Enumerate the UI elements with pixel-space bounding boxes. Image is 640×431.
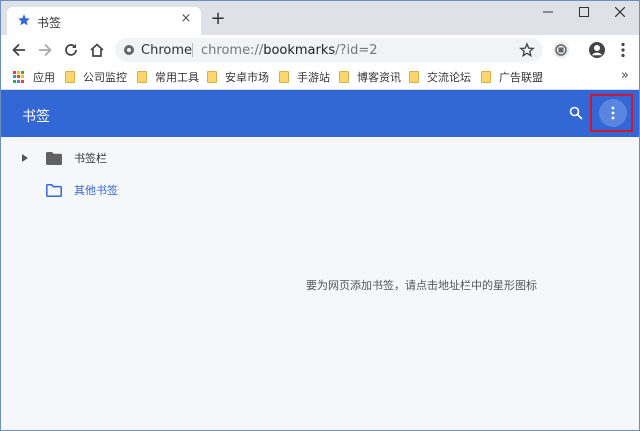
bookmark-folder[interactable]: 安卓市场 — [207, 68, 269, 86]
minimize-icon — [543, 11, 553, 13]
tab-title: 书签 — [37, 16, 62, 30]
maximize-icon — [579, 7, 589, 17]
address-bar[interactable]: Chrome chrome://bookmarks/?id=2 — [115, 38, 543, 62]
browser-menu-icon[interactable] — [613, 40, 633, 60]
bookmark-label: 广告联盟 — [499, 71, 543, 84]
url-prefix: chrome:// — [201, 43, 264, 58]
url-text: chrome://bookmarks/?id=2 — [201, 43, 377, 58]
bookmark-folder[interactable]: 交流论坛 — [409, 68, 471, 86]
url-host: bookmarks — [263, 43, 336, 58]
apps-label: 应用 — [33, 71, 55, 84]
bookmarks-overflow-button[interactable]: » — [621, 68, 629, 83]
bookmark-label: 博客资讯 — [357, 71, 401, 84]
bookmark-folder[interactable]: 公司监控 — [65, 68, 127, 86]
back-icon[interactable] — [9, 40, 29, 60]
profile-icon[interactable] — [587, 40, 607, 60]
url-path: /?id=2 — [335, 43, 378, 58]
tree-label: 其他书签 — [74, 184, 118, 197]
highlight-annotation — [590, 94, 633, 132]
bookmark-folder[interactable]: 广告联盟 — [481, 68, 543, 86]
bookmark-label: 公司监控 — [83, 71, 127, 84]
folder-open-icon — [46, 183, 62, 197]
folder-icon — [339, 71, 349, 83]
close-window-icon — [615, 7, 625, 17]
bookmark-label: 手游站 — [297, 71, 330, 84]
folder-icon — [481, 71, 491, 83]
bookmark-manager-header: 书签 — [1, 90, 639, 137]
new-tab-button[interactable]: + — [209, 10, 227, 28]
folder-icon — [207, 71, 217, 83]
bookmarks-bar: 应用 公司监控 常用工具 安卓市场 手游站 博客资讯 交流论坛 广告联盟 » — [1, 65, 639, 90]
search-icon[interactable] — [569, 106, 583, 120]
scheme-label: Chrome — [141, 43, 192, 58]
forward-icon[interactable] — [35, 40, 55, 60]
close-icon[interactable]: × — [179, 12, 193, 26]
tree-item-other-bookmarks[interactable]: 其他书签 — [1, 179, 201, 201]
tab-strip: 书签 × + — [1, 1, 639, 35]
home-icon[interactable] — [87, 40, 107, 60]
omnibox-divider — [192, 43, 193, 57]
bookmark-label: 交流论坛 — [427, 71, 471, 84]
expand-arrow-icon[interactable] — [22, 154, 28, 162]
star-icon — [18, 14, 30, 26]
chrome-page-icon — [124, 45, 134, 55]
empty-list-message: 要为网页添加书签，请点击地址栏中的星形图标 — [306, 279, 537, 292]
tree-item-bookmarks-bar[interactable]: 书签栏 — [1, 147, 201, 169]
bookmark-folder[interactable]: 手游站 — [279, 68, 330, 86]
apps-shortcut[interactable]: 应用 — [13, 68, 55, 86]
folder-icon — [46, 151, 62, 165]
tree-label: 书签栏 — [74, 152, 107, 165]
browser-window: 书签 × + Chrome chrome://bookmarks/?id=2 应… — [0, 0, 640, 431]
page-title: 书签 — [22, 109, 50, 125]
toolbar: Chrome chrome://bookmarks/?id=2 — [1, 35, 639, 65]
close-window-button[interactable] — [599, 1, 639, 25]
folder-icon — [409, 71, 419, 83]
reload-icon[interactable] — [61, 40, 81, 60]
bookmark-label: 常用工具 — [155, 71, 199, 84]
folder-icon — [279, 71, 289, 83]
extension-icon[interactable] — [551, 40, 571, 60]
folder-icon — [137, 71, 147, 83]
folder-icon — [65, 71, 75, 83]
bookmark-folder[interactable]: 博客资讯 — [339, 68, 401, 86]
bookmark-star-icon[interactable] — [519, 42, 535, 58]
bookmark-label: 安卓市场 — [225, 71, 269, 84]
bookmark-folder[interactable]: 常用工具 — [137, 68, 199, 86]
apps-grid-icon — [13, 71, 25, 83]
tab-bookmarks[interactable]: 书签 × — [7, 7, 201, 35]
